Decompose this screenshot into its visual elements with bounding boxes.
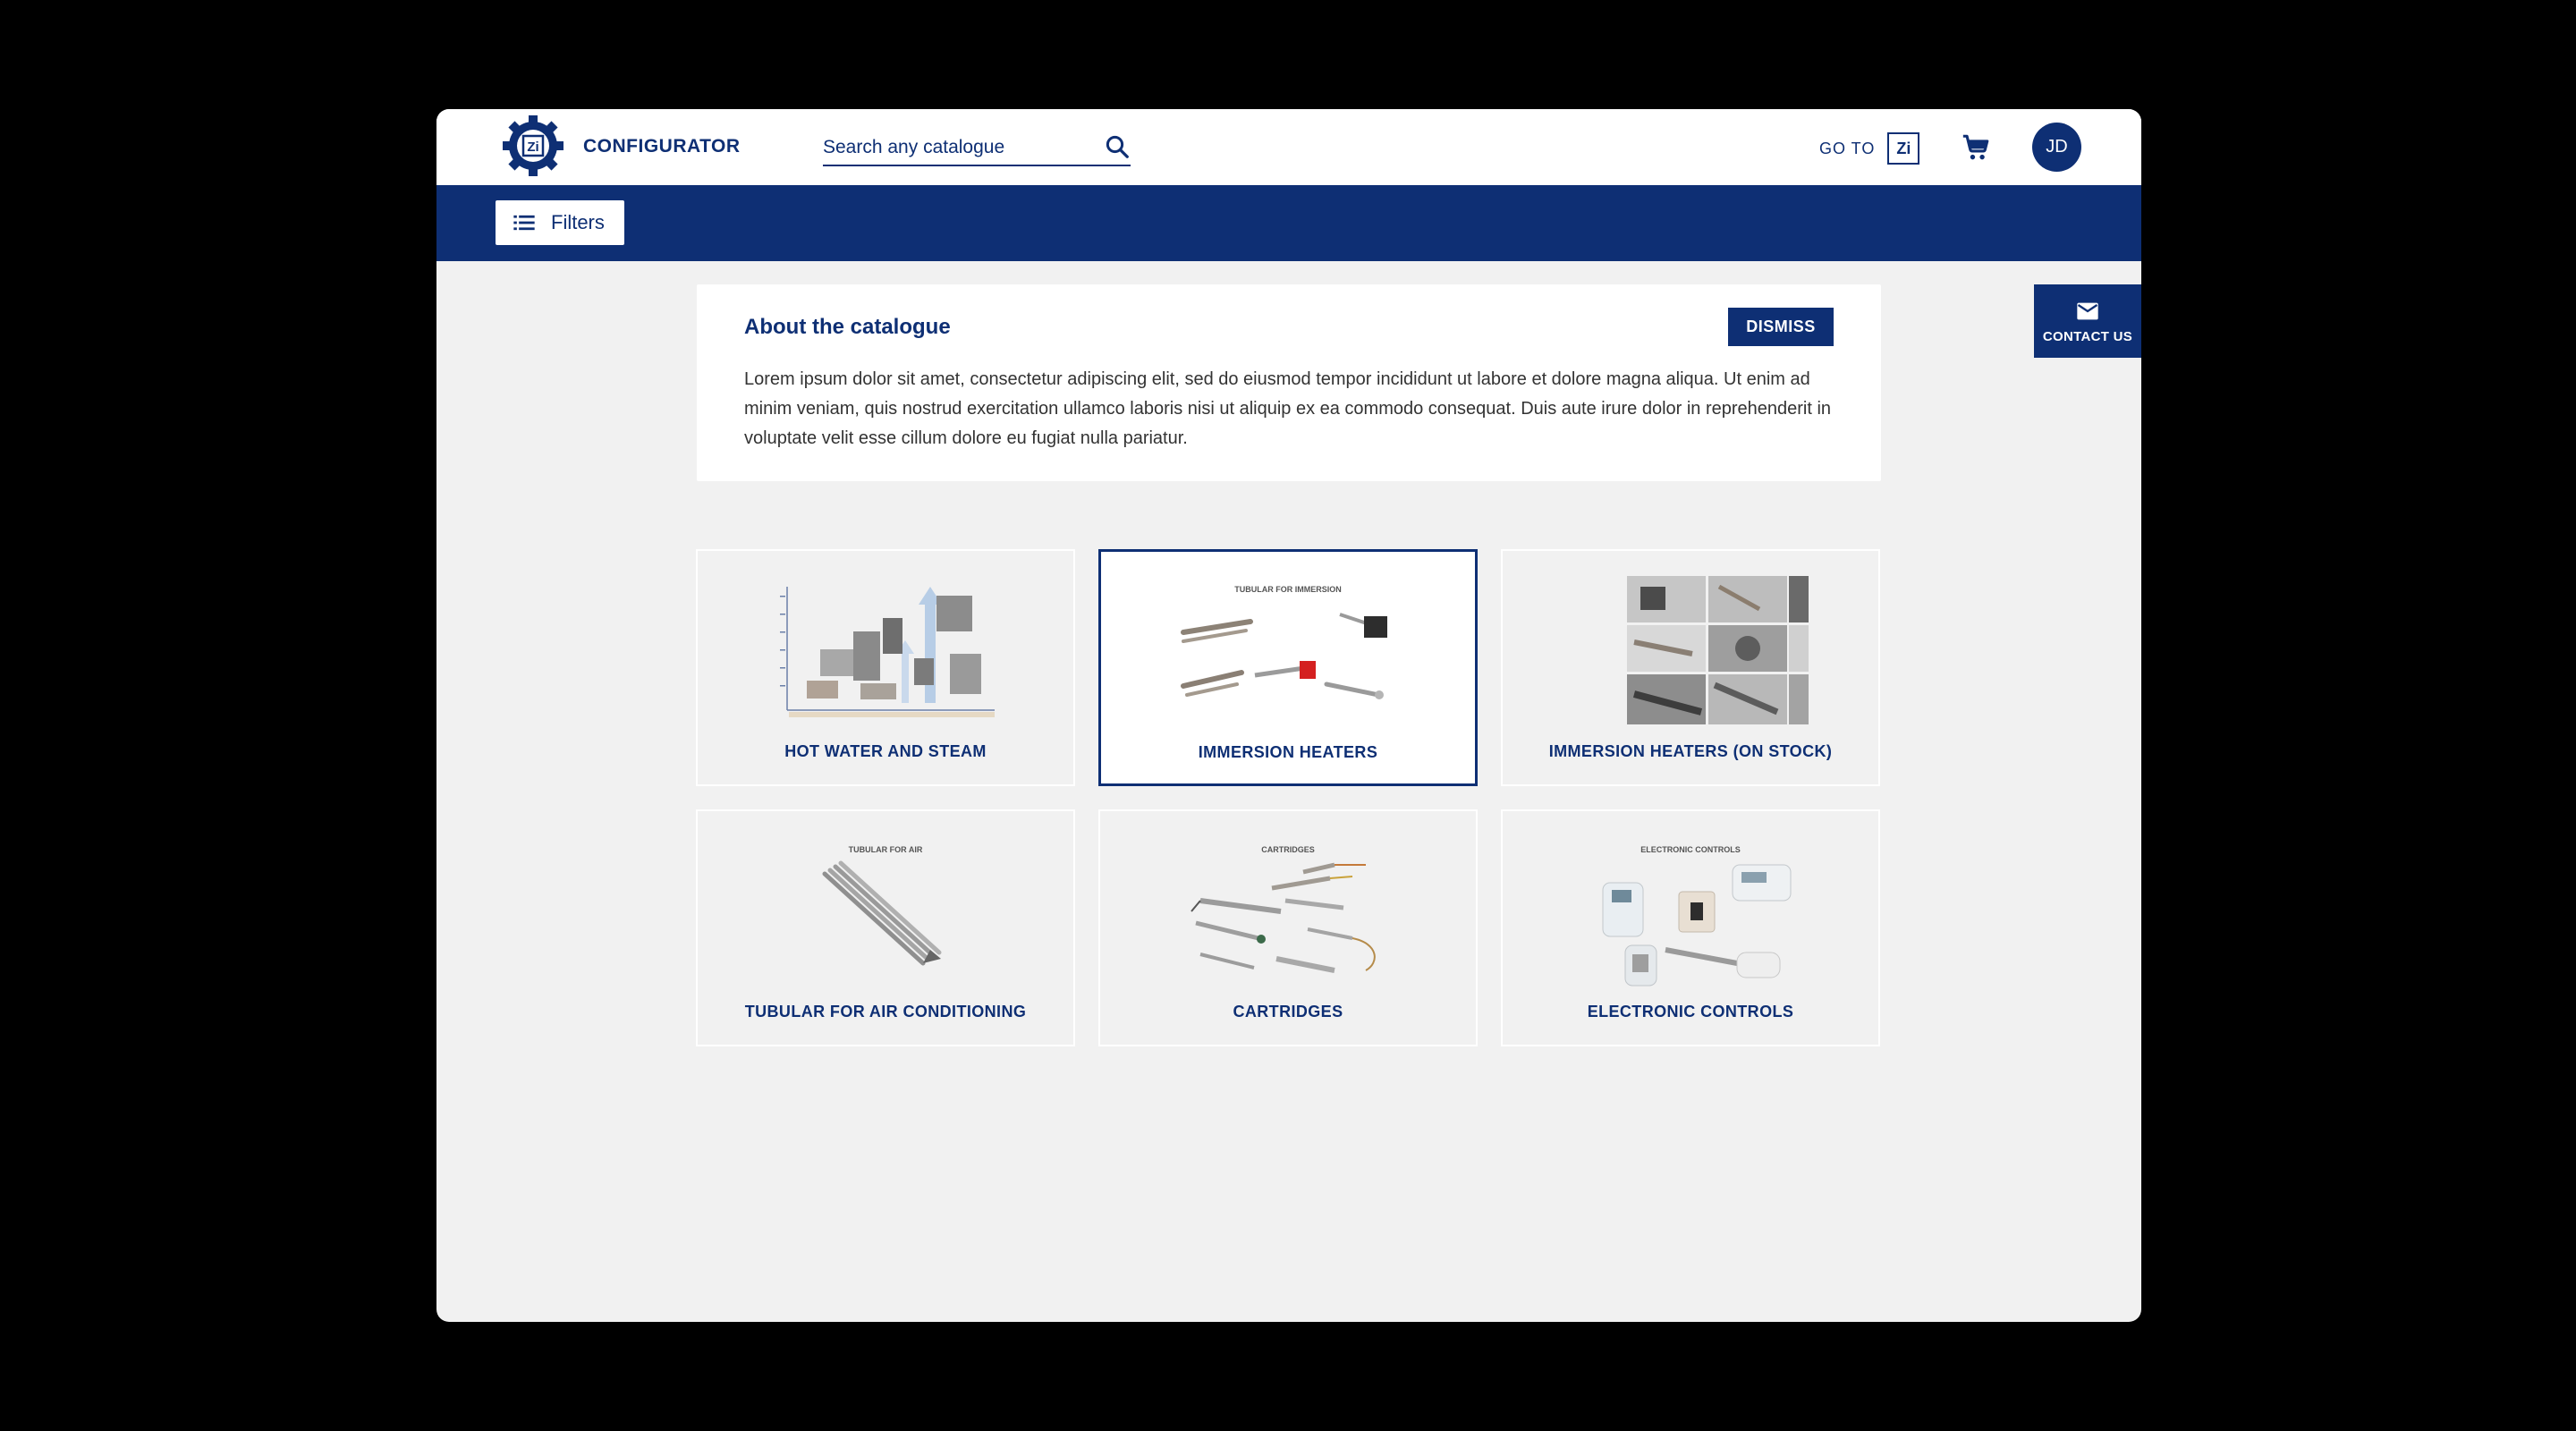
app-window: Zi CONFIGURATOR GO TO Zi JD bbox=[436, 109, 2141, 1322]
filters-label: Filters bbox=[551, 211, 605, 233]
brand-title: CONFIGURATOR bbox=[583, 136, 741, 157]
catalogue-card-immersion-heaters[interactable]: TUBULAR FOR IMMERSION IMMERSION HEATERS bbox=[1098, 549, 1478, 786]
hot-water-and-steam-image bbox=[780, 587, 995, 717]
tubular-for-air-image bbox=[822, 860, 942, 966]
zi-logo-text: Zi bbox=[1896, 139, 1911, 157]
catalogue-card-electronic-controls[interactable]: ELECTRONIC CONTROLS ELECTRONIC CONTROLS bbox=[1501, 809, 1880, 1046]
list-icon bbox=[513, 215, 535, 231]
cartridges-image bbox=[1191, 862, 1376, 973]
catalogue-card-tubular-for-air-conditioning[interactable]: TUBULAR FOR AIR TUBULAR FOR AIR CONDITIO… bbox=[696, 809, 1075, 1046]
top-bar: Zi CONFIGURATOR GO TO Zi JD bbox=[436, 109, 2141, 185]
about-catalogue-panel: About the catalogue DISMISS Lorem ipsum … bbox=[697, 284, 1881, 481]
catalogue-label: ELECTRONIC CONTROLS bbox=[1587, 1003, 1794, 1020]
zi-logo-icon[interactable]: Zi bbox=[1887, 132, 1920, 165]
mail-icon bbox=[2077, 302, 2098, 319]
goto-link[interactable]: GO TO Zi bbox=[1819, 131, 1920, 166]
goto-label: GO TO bbox=[1819, 139, 1876, 157]
catalogue-label: IMMERSION HEATERS (ON STOCK) bbox=[1548, 742, 1833, 760]
catalogue-label: CARTRIDGES bbox=[1233, 1003, 1343, 1020]
filters-button[interactable]: Filters bbox=[496, 200, 624, 245]
contact-us-label: CONTACT US bbox=[2042, 328, 2133, 344]
contact-us-button[interactable]: CONTACT US bbox=[2034, 284, 2141, 358]
immersion-heaters-image bbox=[1181, 613, 1387, 699]
search-input[interactable] bbox=[823, 134, 1091, 161]
about-body: Lorem ipsum dolor sit amet, consectetur … bbox=[744, 369, 1832, 448]
catalogue-card-hot-water-and-steam[interactable]: HOT WATER AND STEAM bbox=[696, 549, 1075, 786]
about-title: About the catalogue bbox=[744, 315, 951, 339]
cart-icon[interactable] bbox=[1961, 132, 1991, 163]
avatar[interactable]: JD bbox=[2032, 123, 2081, 172]
catalogue-label: IMMERSION HEATERS bbox=[1198, 743, 1378, 761]
gear-logo-icon[interactable]: Zi bbox=[501, 114, 565, 178]
search-field[interactable] bbox=[823, 129, 1131, 166]
electronic-controls-image bbox=[1602, 864, 1792, 986]
nav-bar: Filters bbox=[436, 185, 2141, 261]
svg-text:Zi: Zi bbox=[527, 140, 538, 155]
catalogue-card-immersion-heaters-on-stock[interactable]: IMMERSION HEATERS (ON STOCK) bbox=[1501, 549, 1880, 786]
catalogue-label: TUBULAR FOR AIR CONDITIONING bbox=[744, 1003, 1027, 1020]
immersion-heaters-on-stock-image bbox=[1627, 576, 1809, 724]
dismiss-button[interactable]: DISMISS bbox=[1728, 308, 1834, 346]
catalogue-card-cartridges[interactable]: CARTRIDGES CARTRIDGES bbox=[1098, 809, 1478, 1046]
catalogue-label: HOT WATER AND STEAM bbox=[784, 742, 987, 760]
search-icon[interactable] bbox=[1104, 133, 1131, 160]
